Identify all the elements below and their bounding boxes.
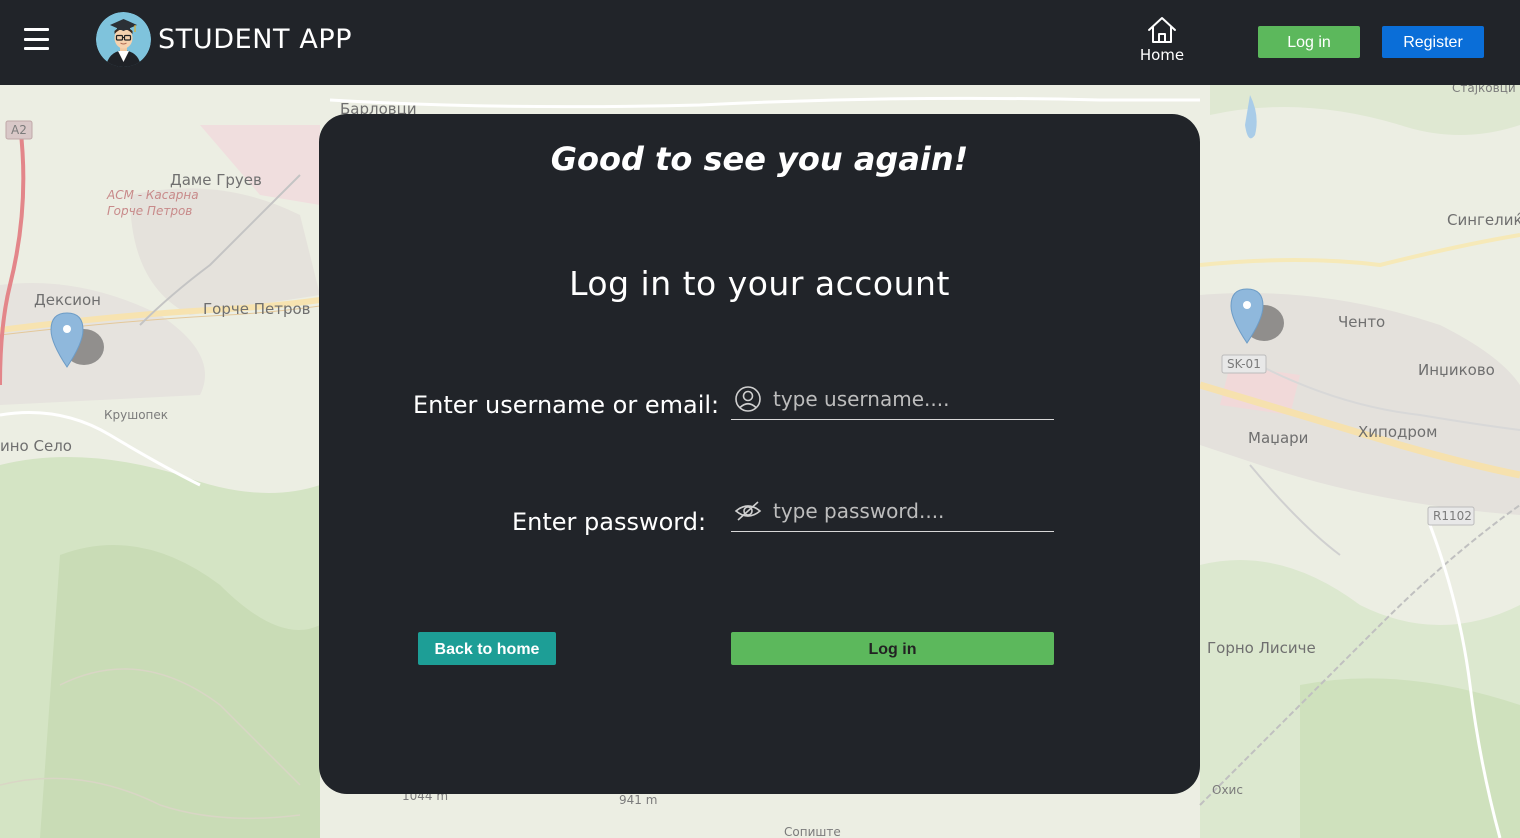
map-label: Стајковци [1452,85,1516,95]
home-icon [1148,17,1176,43]
map-label: Горче Петров [107,204,193,218]
map-label: Инџиково [1418,361,1495,379]
password-input[interactable] [771,495,1055,527]
map-label: Сингелиќ [1447,211,1520,229]
map-label: R1102 [1433,509,1472,523]
username-label: Enter username or email: [413,391,720,419]
map-label: Ченто [1338,313,1386,331]
username-input[interactable] [771,383,1055,415]
map-label: 941 m [619,793,658,807]
password-label: Enter password: [512,508,707,536]
navbar-login-button[interactable]: Log in [1258,26,1360,58]
map-label: АСМ - Касарна [107,188,199,202]
top-navbar: STUDENT APP Home Log in Register [0,0,1520,85]
app-title: STUDENT APP [158,24,353,55]
map-label: Крушопек [104,408,169,422]
home-nav-link[interactable]: Home [1133,16,1191,70]
greeting-heading: Good to see you again! [550,140,969,178]
eye-slash-icon[interactable] [734,497,762,525]
back-to-home-button[interactable]: Back to home [418,632,556,665]
map-label: Сопиште [784,825,841,838]
map-label: Охис [1212,783,1243,797]
map-label: Горче Петров [203,300,311,318]
map-label: A2 [11,123,27,137]
student-avatar-icon[interactable] [96,12,151,67]
map-label: Даме Груев [170,171,262,189]
login-submit-button[interactable]: Log in [731,632,1054,665]
map-label: Горно Лисиче [1207,639,1316,657]
map-label: Маџари [1248,429,1309,447]
password-field[interactable] [731,491,1055,532]
navbar-register-button[interactable]: Register [1382,26,1484,58]
map-label: Дексион [34,291,101,309]
map-label: Хиподром [1358,423,1438,441]
login-card: Good to see you again! Log in to your ac… [319,114,1200,794]
hamburger-menu-icon[interactable] [24,28,49,50]
map-label: ино Село [0,437,72,455]
username-field[interactable] [731,379,1055,420]
user-circle-icon [735,386,761,412]
home-label: Home [1139,46,1185,64]
login-title: Log in to your account [569,264,950,303]
map-label: SK-01 [1227,357,1261,371]
